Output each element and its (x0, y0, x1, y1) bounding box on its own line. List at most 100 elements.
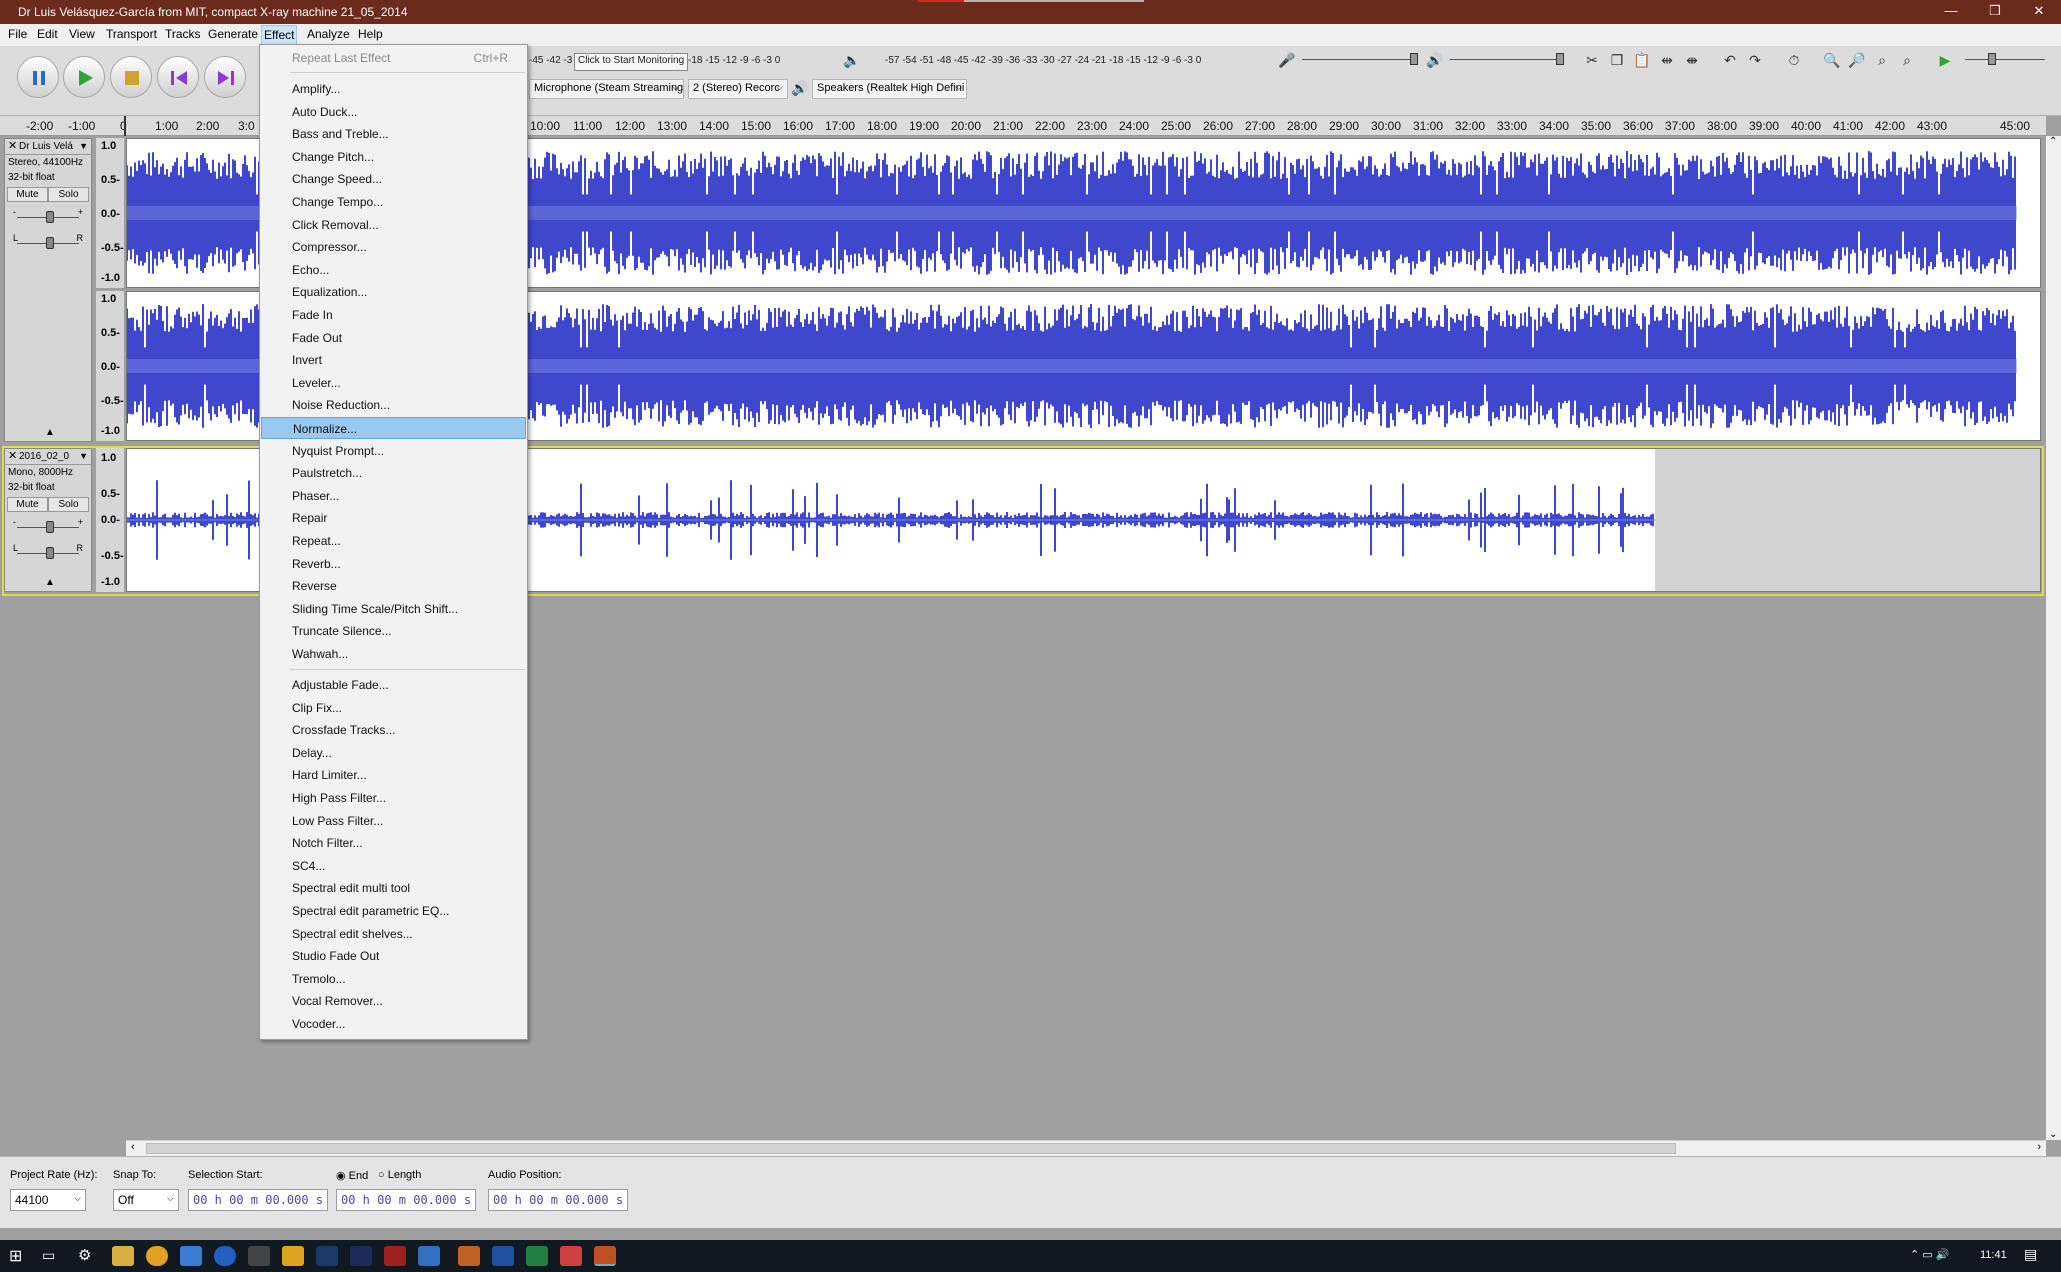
play-at-speed-icon[interactable]: ▶ (1935, 50, 1955, 70)
task-view-icon[interactable]: ▭ (42, 1247, 55, 1264)
restore-button[interactable]: ❐ (1973, 0, 2017, 24)
undo-icon[interactable]: ↶ (1720, 50, 1740, 70)
pan-slider[interactable]: LR (5, 230, 91, 256)
mic-volume-slider[interactable] (1410, 53, 1418, 65)
trim-icon[interactable]: ⇹ (1657, 50, 1677, 70)
photoshop-icon[interactable] (350, 1246, 372, 1266)
stop-button[interactable] (110, 56, 152, 98)
menu-generate[interactable]: Generate (206, 27, 260, 41)
menu-item-noise-reduction[interactable]: Noise Reduction... (261, 394, 526, 416)
paste-icon[interactable]: 📋 (1632, 50, 1652, 70)
menu-item-change-pitch[interactable]: Change Pitch... (261, 146, 526, 168)
menu-item-invert[interactable]: Invert (261, 349, 526, 371)
menu-transport[interactable]: Transport (104, 27, 159, 41)
copy-icon[interactable]: ❐ (1607, 50, 1627, 70)
skip-start-button[interactable] (157, 56, 199, 98)
menu-effect[interactable]: Effect (261, 25, 298, 45)
tray-icons[interactable]: ⌃ ▭ 🔊 (1910, 1248, 1949, 1261)
horizontal-scroll-thumb[interactable] (146, 1143, 1676, 1154)
menu-item-repeat-last-effect[interactable]: Repeat Last Effect Ctrl+R (261, 47, 526, 69)
snap-to-select[interactable]: Off ⌵ (113, 1189, 179, 1211)
track-menu-icon[interactable]: ▼ (79, 139, 88, 154)
app-icon-3[interactable] (248, 1246, 270, 1266)
menu-item-fade-out[interactable]: Fade Out (261, 327, 526, 349)
app-icon-5[interactable] (316, 1246, 338, 1266)
menu-item-spectral-edit-parametric-eq[interactable]: Spectral edit parametric EQ... (261, 900, 526, 922)
menu-item-vocoder[interactable]: Vocoder... (261, 1013, 526, 1035)
menu-item-studio-fade-out[interactable]: Studio Fade Out (261, 945, 526, 967)
menu-item-click-removal[interactable]: Click Removal... (261, 214, 526, 236)
menu-item-leveler[interactable]: Leveler... (261, 372, 526, 394)
chrome-icon[interactable] (146, 1246, 168, 1266)
menu-item-sliding-time-scale-pitch-shift[interactable]: Sliding Time Scale/Pitch Shift... (261, 598, 526, 620)
settings-icon[interactable]: ⚙ (78, 1246, 91, 1264)
project-rate-select[interactable]: 44100 ⌵ (10, 1189, 86, 1211)
start-monitoring-button[interactable]: Click to Start Monitoring (574, 53, 689, 71)
play-button[interactable] (63, 56, 105, 98)
app-icon-4[interactable] (282, 1246, 304, 1266)
pause-button[interactable] (17, 56, 59, 98)
menu-view[interactable]: View (67, 27, 97, 41)
minimize-button[interactable]: — (1929, 0, 1973, 24)
fit-selection-icon[interactable]: ⌕ (1872, 50, 1892, 70)
scroll-left-icon[interactable]: ‹ (131, 1141, 135, 1153)
recording-device-select[interactable]: Microphone (Steam Streaming ⌵ (529, 79, 684, 99)
menu-item-tremolo[interactable]: Tremolo... (261, 968, 526, 990)
collapse-track-icon[interactable]: ▲ (45, 427, 55, 438)
menu-item-fade-in[interactable]: Fade In (261, 304, 526, 326)
solo-button[interactable]: Solo (48, 187, 89, 202)
menu-item-paulstretch[interactable]: Paulstretch... (261, 462, 526, 484)
zoom-out-icon[interactable]: 🔎 (1847, 50, 1867, 70)
audio-position-field[interactable]: 00 h 00 m 00.000 s (488, 1189, 628, 1211)
app-icon-7[interactable] (418, 1246, 440, 1266)
menu-item-phaser[interactable]: Phaser... (261, 485, 526, 507)
app-icon-6[interactable] (384, 1246, 406, 1266)
menu-item-bass-and-treble[interactable]: Bass and Treble... (261, 123, 526, 145)
windows-start-icon[interactable]: ⊞ (9, 1246, 22, 1266)
excel-icon[interactable] (526, 1246, 548, 1266)
length-radio[interactable]: ○ Length (378, 1169, 421, 1181)
scroll-up-icon[interactable]: ⌃ (2049, 136, 2057, 147)
menu-item-sc4[interactable]: SC4... (261, 855, 526, 877)
zoom-in-icon[interactable]: 🔍 (1822, 50, 1842, 70)
menu-help[interactable]: Help (356, 27, 385, 41)
menu-item-wahwah[interactable]: Wahwah... (261, 643, 526, 665)
selection-end-field[interactable]: 00 h 00 m 00.000 s (336, 1189, 476, 1211)
menu-item-compressor[interactable]: Compressor... (261, 236, 526, 258)
menu-item-truncate-silence[interactable]: Truncate Silence... (261, 620, 526, 642)
audacity-icon[interactable] (594, 1246, 616, 1266)
menu-item-high-pass-filter[interactable]: High Pass Filter... (261, 787, 526, 809)
menu-item-delay[interactable]: Delay... (261, 742, 526, 764)
scroll-down-icon[interactable]: ⌄ (2049, 1129, 2057, 1140)
app-icon-8[interactable] (458, 1246, 480, 1266)
scroll-right-icon[interactable]: › (2037, 1141, 2041, 1153)
menu-item-auto-duck[interactable]: Auto Duck... (261, 101, 526, 123)
selection-start-field[interactable]: 00 h 00 m 00.000 s (188, 1189, 328, 1211)
cut-icon[interactable]: ✂ (1582, 50, 1602, 70)
app-icon-2[interactable] (214, 1246, 236, 1266)
menu-item-amplify[interactable]: Amplify... (261, 78, 526, 100)
menu-item-reverb[interactable]: Reverb... (261, 553, 526, 575)
recording-channels-select[interactable]: 2 (Stereo) Recorc ⌵ (688, 79, 788, 99)
menu-item-vocal-remover[interactable]: Vocal Remover... (261, 990, 526, 1012)
fit-project-icon[interactable]: ⌕ (1897, 50, 1917, 70)
mute-button[interactable]: Mute (7, 187, 48, 202)
app-icon-9[interactable] (560, 1246, 582, 1266)
menu-item-repeat[interactable]: Repeat... (261, 530, 526, 552)
playback-device-select[interactable]: Speakers (Realtek High Defini ⌵ (812, 79, 967, 99)
end-radio[interactable]: ◉ End (336, 1169, 368, 1182)
menu-item-echo[interactable]: Echo... (261, 259, 526, 281)
menu-item-low-pass-filter[interactable]: Low Pass Filter... (261, 810, 526, 832)
menu-item-change-speed[interactable]: Change Speed... (261, 168, 526, 190)
menu-item-change-tempo[interactable]: Change Tempo... (261, 191, 526, 213)
word-icon[interactable] (492, 1246, 514, 1266)
menu-tracks[interactable]: Tracks (163, 27, 203, 41)
menu-item-notch-filter[interactable]: Notch Filter... (261, 832, 526, 854)
app-icon-1[interactable] (180, 1246, 202, 1266)
close-track-icon[interactable]: ✕ (8, 139, 17, 154)
menu-item-spectral-edit-multi-tool[interactable]: Spectral edit multi tool (261, 877, 526, 899)
menu-item-repair[interactable]: Repair (261, 507, 526, 529)
close-button[interactable]: ✕ (2017, 0, 2061, 24)
skip-end-button[interactable] (204, 56, 246, 98)
file-explorer-icon[interactable] (112, 1246, 134, 1266)
